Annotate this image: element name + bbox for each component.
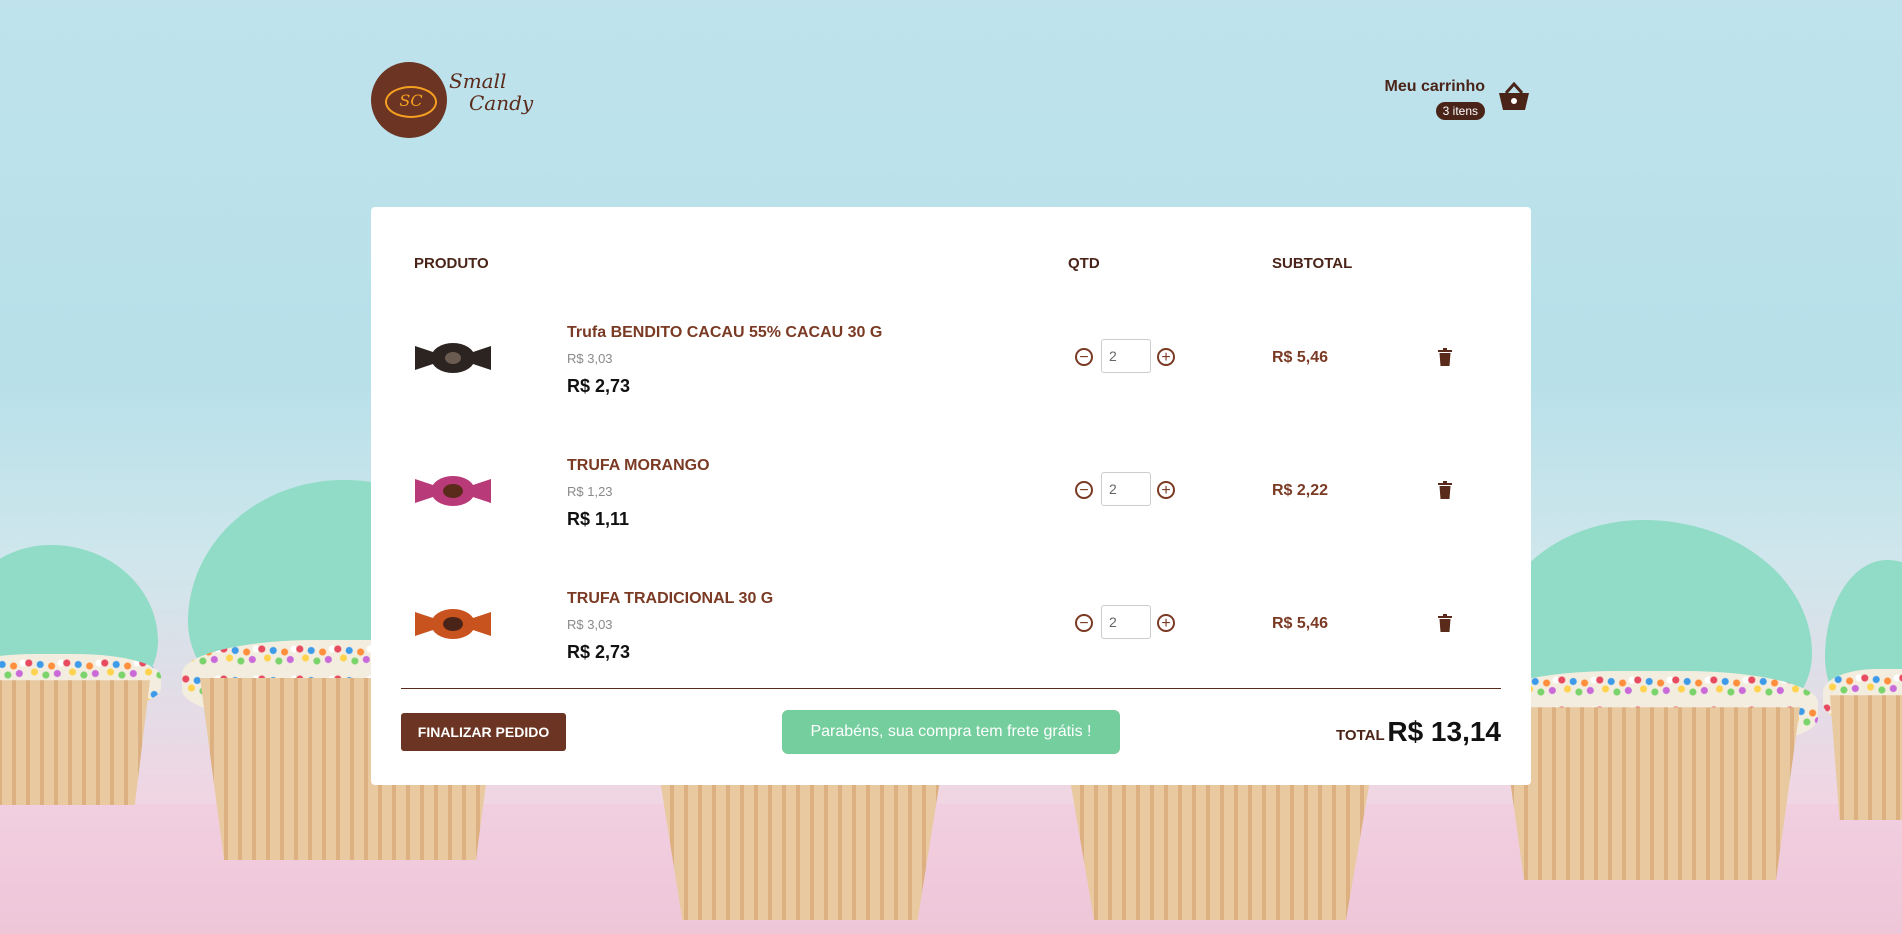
- cart-item-row: TRUFA MORANGO R$ 1,23 R$ 1,11 − + R$ 2,2…: [371, 443, 1531, 563]
- cart-summary[interactable]: Meu carrinho 3 itens: [1351, 76, 1531, 136]
- item-subtotal: R$ 5,46: [1272, 349, 1329, 366]
- cupcake-decoration: [0, 545, 162, 805]
- cart-item-row: TRUFA TRADICIONAL 30 G R$ 3,03 R$ 2,73 −…: [371, 576, 1531, 696]
- product-price: R$ 2,73: [567, 376, 631, 396]
- item-subtotal: R$ 2,22: [1272, 482, 1329, 499]
- plus-circle-icon[interactable]: +: [1157, 348, 1175, 366]
- cart-item-row: Trufa BENDITO CACAU 55% CACAU 30 G R$ 3,…: [371, 310, 1531, 430]
- product-image: [415, 476, 491, 506]
- divider: [401, 688, 1501, 689]
- product-original-price: R$ 1,23: [567, 484, 613, 499]
- quantity-input[interactable]: [1101, 605, 1151, 639]
- total-label: TOTAL: [1336, 727, 1385, 744]
- cupcake-decoration: [1482, 520, 1818, 880]
- minus-circle-icon[interactable]: −: [1075, 348, 1093, 366]
- product-original-price: R$ 3,03: [567, 351, 613, 366]
- product-name[interactable]: TRUFA TRADICIONAL 30 G: [567, 590, 773, 608]
- cupcake-decoration: [660, 780, 940, 920]
- free-shipping-banner: Parabéns, sua compra tem frete grátis !: [782, 710, 1120, 754]
- product-name[interactable]: Trufa BENDITO CACAU 55% CACAU 30 G: [567, 324, 882, 342]
- cart-panel: PRODUTO QTD SUBTOTAL Trufa BENDITO CACAU…: [371, 207, 1531, 785]
- finalize-order-button[interactable]: FINALIZAR PEDIDO: [401, 713, 566, 751]
- cart-label: Meu carrinho: [1384, 78, 1485, 95]
- product-price: R$ 1,11: [567, 509, 630, 529]
- plus-circle-icon[interactable]: +: [1157, 614, 1175, 632]
- brand-logo[interactable]: SC: [371, 62, 447, 138]
- trash-icon[interactable]: [1438, 348, 1452, 366]
- site-header: SC Small Candy Meu carrinho 3 itens: [371, 60, 1531, 140]
- brand-name: Small Candy: [449, 70, 533, 114]
- minus-circle-icon[interactable]: −: [1075, 481, 1093, 499]
- brand-name-line1: Small: [449, 69, 507, 93]
- quantity-input[interactable]: [1101, 339, 1151, 373]
- header-product: PRODUTO: [414, 255, 489, 272]
- cupcake-decoration: [1822, 560, 1902, 820]
- header-qty: QTD: [1068, 255, 1100, 272]
- product-original-price: R$ 3,03: [567, 617, 613, 632]
- product-price: R$ 2,73: [567, 642, 631, 662]
- product-name[interactable]: TRUFA MORANGO: [567, 457, 710, 475]
- item-subtotal: R$ 5,46: [1272, 615, 1329, 632]
- cart-count-badge: 3 itens: [1435, 102, 1485, 120]
- cupcake-decoration: [1070, 780, 1370, 920]
- header-subtotal: SUBTOTAL: [1272, 255, 1353, 272]
- total-value: R$ 13,14: [1387, 716, 1501, 747]
- brand-name-line2: Candy: [469, 91, 534, 115]
- trash-icon[interactable]: [1438, 614, 1452, 632]
- product-image: [415, 343, 491, 373]
- trash-icon[interactable]: [1438, 481, 1452, 499]
- minus-circle-icon[interactable]: −: [1075, 614, 1093, 632]
- quantity-input[interactable]: [1101, 472, 1151, 506]
- product-image: [415, 609, 491, 639]
- plus-circle-icon[interactable]: +: [1157, 481, 1175, 499]
- candy-logo-icon: SC: [385, 86, 437, 118]
- basket-icon[interactable]: [1497, 82, 1531, 112]
